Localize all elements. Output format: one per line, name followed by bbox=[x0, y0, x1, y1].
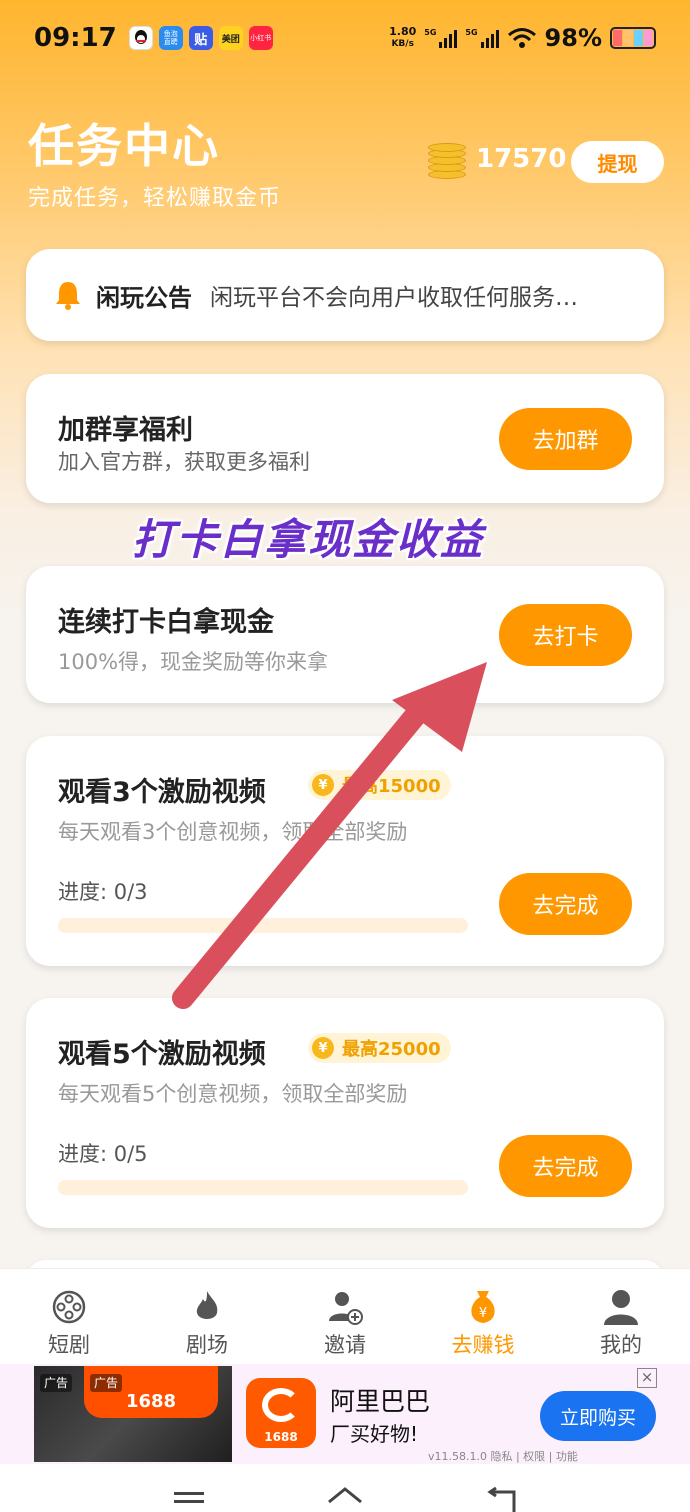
task-subtitle: 加入官方群，获取更多福利 bbox=[58, 450, 310, 474]
status-bar: 09:17 鱼泡 直聘 贴 美团 小红书 1.80 KB/s 5G 5G 98% bbox=[0, 0, 690, 76]
coin-stack-icon bbox=[428, 143, 466, 179]
profile-icon bbox=[604, 1290, 638, 1325]
ad-banner[interactable]: 1688 广告 广告 1688 阿里巴巴 厂买好物! v11.58.1.0 隐私… bbox=[0, 1364, 690, 1464]
ad-title: 阿里巴巴 bbox=[330, 1387, 431, 1416]
task-card-watch-5-videos: 观看5个激励视频 ¥ 最高25000 每天观看5个创意视频，领取全部奖励 进度:… bbox=[26, 998, 664, 1228]
join-group-button[interactable]: 去加群 bbox=[499, 408, 632, 470]
withdraw-button[interactable]: 提现 bbox=[571, 141, 664, 183]
signal-1-icon: 5G bbox=[424, 28, 458, 48]
checkin-button[interactable]: 去打卡 bbox=[499, 604, 632, 666]
bottom-navigation: 短剧 剧场 邀请 ¥ 去赚钱 我的 bbox=[0, 1268, 690, 1364]
task-subtitle: 每天观看3个创意视频，领取全部奖励 bbox=[58, 820, 408, 844]
signal-2-icon: 5G bbox=[465, 28, 499, 48]
signal-1-label: 5G bbox=[424, 28, 437, 37]
complete-button[interactable]: 去完成 bbox=[499, 1135, 632, 1197]
progress-bar bbox=[58, 918, 468, 933]
progress-label: 进度: 0/3 bbox=[58, 880, 148, 904]
page-title: 任务中心 bbox=[28, 119, 220, 173]
nav-item-short-drama[interactable]: 短剧 bbox=[0, 1269, 138, 1364]
nav-item-invite[interactable]: 邀请 bbox=[276, 1269, 414, 1364]
task-title: 观看5个激励视频 bbox=[58, 1039, 266, 1070]
reward-badge: ¥ 最高15000 bbox=[308, 770, 451, 800]
ad-image: 1688 广告 广告 bbox=[34, 1366, 232, 1462]
bell-icon bbox=[56, 282, 80, 310]
task-title: 连续打卡白拿现金 bbox=[58, 607, 274, 638]
announcement-text: 闲玩平台不会向用户收取任何服务… bbox=[210, 285, 578, 311]
complete-button[interactable]: 去完成 bbox=[499, 873, 632, 935]
ad-tag: 广告 bbox=[90, 1374, 123, 1392]
notification-icons: 鱼泡 直聘 贴 美团 小红书 bbox=[128, 26, 273, 50]
home-icon[interactable] bbox=[326, 1486, 364, 1512]
nav-item-theater[interactable]: 剧场 bbox=[138, 1269, 276, 1364]
nav-item-earn[interactable]: ¥ 去赚钱 bbox=[414, 1269, 552, 1364]
nav-label: 我的 bbox=[600, 1333, 642, 1357]
task-card-watch-3-videos: 观看3个激励视频 ¥ 最高15000 每天观看3个创意视频，领取全部奖励 进度:… bbox=[26, 736, 664, 966]
promo-overlay-text: 打卡白拿现金收益 bbox=[132, 515, 485, 564]
task-subtitle: 100%得，现金奖励等你来拿 bbox=[58, 650, 329, 674]
xiaohongshu-icon: 小红书 bbox=[248, 26, 273, 50]
announcement-title: 闲玩公告 bbox=[96, 283, 192, 312]
task-subtitle: 每天观看5个创意视频，领取全部奖励 bbox=[58, 1082, 408, 1106]
reward-badge-text: 最高15000 bbox=[342, 776, 441, 797]
reward-badge: ¥ 最高25000 bbox=[308, 1033, 451, 1063]
ad-logo-text: 1688 bbox=[264, 1430, 298, 1444]
money-bag-icon: ¥ bbox=[471, 1291, 495, 1323]
coin-icon: ¥ bbox=[312, 774, 334, 796]
announcement-bar[interactable]: 闲玩公告 闲玩平台不会向用户收取任何服务… bbox=[26, 249, 664, 341]
meituan-icon: 美团 bbox=[218, 26, 243, 50]
task-card-join-group: 加群享福利 加入官方群，获取更多福利 去加群 bbox=[26, 374, 664, 503]
nav-label: 邀请 bbox=[324, 1333, 366, 1357]
coin-balance: 17570 bbox=[476, 144, 567, 174]
system-navigation-bar bbox=[0, 1464, 690, 1512]
net-speed-value: 1.80 bbox=[389, 25, 417, 38]
nav-label: 短剧 bbox=[48, 1333, 90, 1357]
fire-icon bbox=[196, 1291, 218, 1319]
net-speed-unit: KB/s bbox=[391, 39, 414, 49]
battery-icon bbox=[610, 27, 656, 49]
ad-tag: 广告 bbox=[40, 1374, 73, 1392]
reward-badge-text: 最高25000 bbox=[342, 1039, 441, 1060]
task-title: 加群享福利 bbox=[58, 415, 193, 446]
nav-label: 去赚钱 bbox=[451, 1333, 515, 1357]
task-card-checkin: 连续打卡白拿现金 100%得，现金奖励等你来拿 去打卡 bbox=[26, 566, 664, 703]
ad-close-icon[interactable]: × bbox=[637, 1368, 657, 1388]
add-user-icon bbox=[329, 1292, 363, 1325]
alibaba-logo-icon: 1688 bbox=[246, 1378, 316, 1448]
qq-icon bbox=[128, 26, 153, 50]
network-speed: 1.80 KB/s bbox=[389, 26, 416, 50]
signal-2-label: 5G bbox=[465, 28, 478, 37]
page-subtitle: 完成任务，轻松赚取金币 bbox=[28, 186, 282, 211]
progress-bar bbox=[58, 1180, 468, 1195]
douyu-icon: 鱼泡 直聘 bbox=[158, 26, 183, 50]
status-time: 09:17 bbox=[34, 23, 117, 53]
film-reel-icon bbox=[52, 1290, 86, 1324]
back-icon[interactable] bbox=[484, 1486, 518, 1512]
battery-percent: 98% bbox=[544, 24, 602, 52]
nav-label: 剧场 bbox=[186, 1333, 228, 1357]
progress-label: 进度: 0/5 bbox=[58, 1142, 148, 1166]
task-title: 观看3个激励视频 bbox=[58, 777, 266, 808]
ad-slogan: 厂买好物! bbox=[330, 1422, 419, 1446]
menu-icon[interactable] bbox=[172, 1490, 206, 1512]
ad-meta-links[interactable]: v11.58.1.0 隐私 | 权限 | 功能 bbox=[428, 1448, 578, 1464]
coin-icon: ¥ bbox=[312, 1037, 334, 1059]
wifi-icon bbox=[507, 28, 536, 48]
tieba-icon: 贴 bbox=[188, 26, 213, 50]
nav-item-profile[interactable]: 我的 bbox=[552, 1269, 690, 1364]
svg-text:¥: ¥ bbox=[479, 1306, 487, 1321]
ad-buy-button[interactable]: 立即购买 bbox=[540, 1391, 656, 1441]
